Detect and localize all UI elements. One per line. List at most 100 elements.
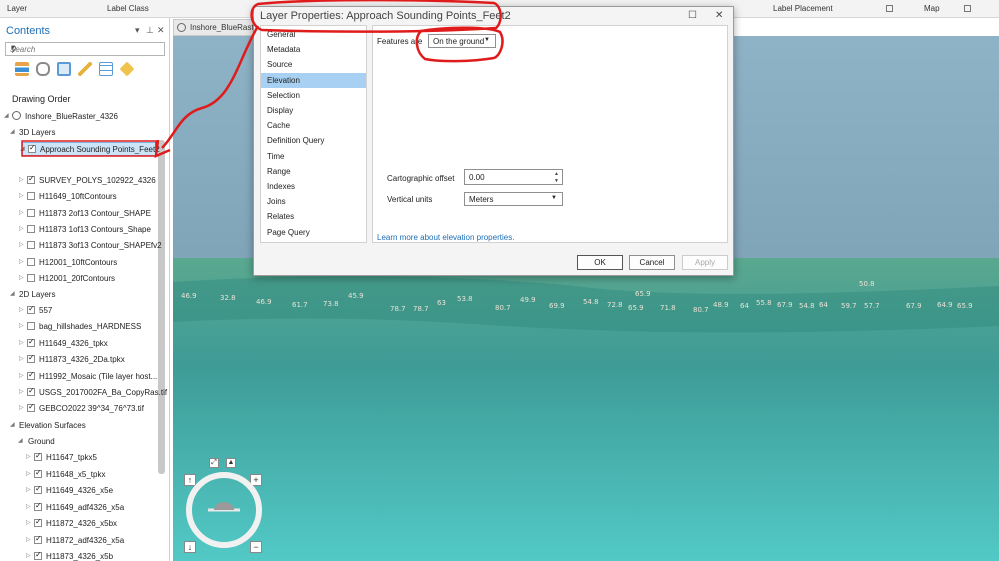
property-page-time[interactable]: Time (261, 149, 366, 164)
property-page-elevation[interactable]: Elevation (261, 72, 366, 88)
expand-icon[interactable]: ▷ (19, 192, 24, 199)
offset-input[interactable]: 0.00 ▲ ▼ (464, 169, 563, 185)
collapse-icon[interactable]: ◢ (4, 112, 9, 119)
visibility-checkbox[interactable] (34, 501, 42, 511)
zoom-out-icon[interactable]: − (250, 541, 262, 553)
visibility-checkbox[interactable] (27, 192, 35, 201)
visibility-checkbox[interactable] (27, 337, 35, 347)
layer-item[interactable]: ◢ Approach Sounding Points_Feet2 (20, 142, 160, 156)
visibility-checkbox[interactable] (27, 208, 35, 217)
visibility-checkbox[interactable] (34, 468, 42, 478)
north-arrow-icon[interactable]: ▲ (226, 458, 236, 468)
list-by-selection-icon[interactable] (57, 62, 71, 76)
collapse-icon[interactable]: ◢ (10, 421, 15, 428)
visibility-checkbox[interactable] (27, 174, 35, 184)
list-by-labeling-icon[interactable] (119, 61, 135, 77)
vertical-units-dropdown[interactable]: Meters ▼ (464, 192, 563, 206)
group-elevation-surfaces[interactable]: ◢ Elevation Surfaces (0, 419, 160, 433)
expand-icon[interactable]: ▷ (19, 258, 24, 265)
property-page-metadata[interactable]: Metadata (261, 42, 366, 57)
layer-item[interactable]: ▷ H11649_10ftContours (0, 190, 160, 204)
pin-icon[interactable]: ⊥ (146, 25, 154, 36)
collapse-icon[interactable]: ◢ (18, 437, 23, 444)
layer-item[interactable]: ▷ H11649_4326_tpkx (0, 337, 160, 351)
layer-item[interactable]: ▷ H11872_adf4326_x5a (0, 534, 160, 548)
property-page-cache[interactable]: Cache (261, 118, 366, 133)
spin-down-icon[interactable]: ▼ (554, 178, 559, 184)
expand-icon[interactable]: ▷ (26, 503, 31, 510)
list-by-drawing-order-icon[interactable] (15, 62, 29, 76)
property-page-relates[interactable]: Relates (261, 209, 366, 224)
expand-icon[interactable]: ▷ (26, 519, 31, 526)
expand-icon[interactable]: ▷ (19, 209, 24, 216)
close-icon[interactable]: ✕ (715, 10, 723, 21)
launcher-icon[interactable] (964, 5, 971, 12)
expand-icon[interactable]: ▷ (19, 339, 24, 346)
expand-icon[interactable]: ▷ (19, 404, 24, 411)
nav-up-icon[interactable]: ↑ (184, 474, 196, 486)
visibility-checkbox[interactable] (27, 322, 35, 331)
expand-icon[interactable]: ▷ (26, 536, 31, 543)
expand-icon[interactable]: ▷ (19, 372, 24, 379)
map-root-item[interactable]: ◢ Inshore_BlueRaster_4326 (0, 110, 160, 124)
visibility-checkbox[interactable] (34, 484, 42, 494)
visibility-checkbox[interactable] (27, 353, 35, 364)
property-page-range[interactable]: Range (261, 164, 366, 179)
visibility-checkbox[interactable] (34, 517, 42, 527)
collapse-icon[interactable]: ◢ (20, 145, 25, 152)
visibility-checkbox[interactable] (27, 241, 35, 250)
property-page-definition-query[interactable]: Definition Query (261, 133, 366, 148)
layer-item[interactable]: ▷ H11873 1of13 Contours_Shape (0, 223, 160, 237)
group-ground[interactable]: ◢ Ground (0, 435, 160, 449)
visibility-checkbox[interactable] (27, 257, 35, 266)
expand-icon[interactable]: ▷ (19, 355, 24, 362)
property-page-general[interactable]: General (261, 27, 366, 42)
layer-item[interactable]: ▷ USGS_2017002FA_Ba_CopyRas.tif (0, 386, 167, 400)
group-2d-layers[interactable]: ◢ 2D Layers (0, 288, 160, 302)
property-page-display[interactable]: Display (261, 103, 366, 118)
group-3d-layers[interactable]: ◢ 3D Layers (0, 126, 160, 140)
layer-item[interactable]: ▷ H11873_4326_x5b (0, 550, 160, 561)
close-icon[interactable]: ✕ (157, 25, 165, 36)
tab-map-view[interactable]: Inshore_BlueRaste (173, 19, 258, 36)
expand-icon[interactable]: ▷ (19, 274, 24, 281)
visibility-checkbox[interactable] (27, 370, 35, 380)
layer-item[interactable]: ▷ H11647_tpkx5 (0, 451, 160, 465)
spin-up-icon[interactable]: ▲ (554, 171, 559, 177)
search-input[interactable]: Search ⚲ ▼ (5, 42, 165, 56)
layer-item[interactable]: ▷ H11649_4326_x5e (0, 484, 160, 498)
maximize-icon[interactable]: ☐ (688, 10, 697, 21)
expand-icon[interactable]: ▷ (19, 241, 24, 248)
expand-icon[interactable]: ▷ (26, 486, 31, 493)
visibility-checkbox[interactable] (34, 550, 42, 560)
expand-icon[interactable]: ▷ (19, 322, 24, 329)
navigator-control[interactable] (186, 472, 262, 548)
apply-button[interactable]: Apply (682, 255, 728, 270)
visibility-checkbox[interactable] (27, 273, 35, 282)
layer-item[interactable]: ▷ H11873_4326_2Da.tpkx (0, 353, 160, 367)
layer-item[interactable]: ▷ bag_hillshades_HARDNESS (0, 320, 160, 334)
layer-item[interactable]: ▷ GEBCO2022 39^34_76^73.tif (0, 402, 160, 416)
list-by-editing-icon[interactable] (78, 62, 92, 76)
visibility-checkbox[interactable] (28, 143, 36, 153)
layer-item[interactable]: ▷ H11873 2of13 Contour_SHAPE (0, 207, 160, 221)
collapse-icon[interactable]: ◢ (10, 290, 15, 297)
expand-icon[interactable]: ▷ (26, 453, 31, 460)
layer-item[interactable]: ▷ H12001_10ftContours (0, 256, 160, 270)
visibility-checkbox[interactable] (27, 224, 35, 233)
layer-item[interactable]: ▷ H11992_Mosaic (Tile layer host... (0, 370, 160, 384)
expand-icon[interactable]: ▷ (19, 225, 24, 232)
expand-icon[interactable]: ▷ (19, 306, 24, 313)
ok-button[interactable]: OK (577, 255, 623, 270)
features-are-dropdown[interactable]: On the ground ▼ (428, 34, 496, 48)
pane-options-icon[interactable]: ▾ (135, 25, 140, 36)
visibility-checkbox[interactable] (27, 304, 35, 314)
cancel-button[interactable]: Cancel (629, 255, 675, 270)
layer-item[interactable]: ▷ H12001_20fContours (0, 272, 160, 286)
layer-item[interactable]: ▷ SURVEY_POLYS_102922_4326 (0, 174, 160, 188)
layer-item[interactable]: ▷ H11873 3of13 Contour_SHAPEfv2 (0, 239, 162, 253)
expand-icon[interactable]: ▷ (19, 176, 24, 183)
expand-icon[interactable]: ▷ (26, 470, 31, 477)
visibility-checkbox[interactable] (27, 386, 35, 396)
full-extent-icon[interactable]: ⤢ (209, 458, 219, 468)
